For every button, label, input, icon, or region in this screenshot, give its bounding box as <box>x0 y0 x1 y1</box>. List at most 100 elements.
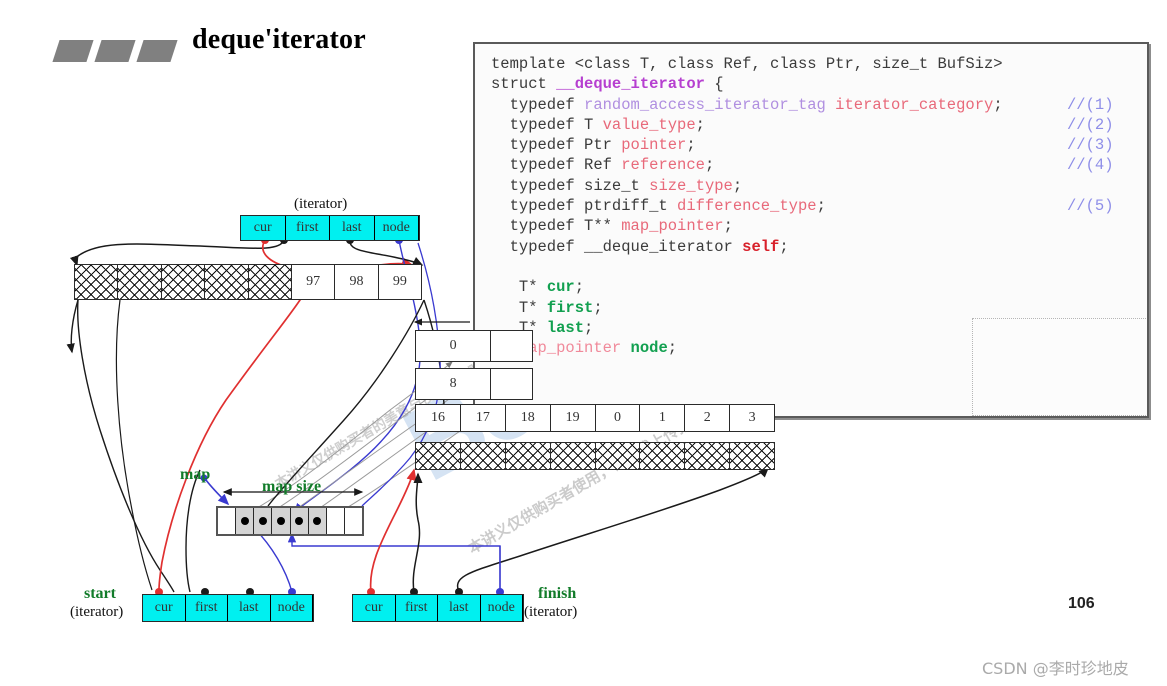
code-token: cur <box>546 278 575 297</box>
buffer-cell <box>595 443 641 469</box>
map-pointer-dot <box>295 517 304 525</box>
code-token: typedef Ref <box>491 156 622 175</box>
iterator-field-cell[interactable]: node <box>375 216 419 240</box>
map-slot[interactable] <box>290 508 309 534</box>
code-token: value_type <box>602 115 696 134</box>
code-comment: //(3) <box>1067 136 1114 155</box>
index-box-8: 8 <box>415 368 533 400</box>
index-cell: 8 <box>416 369 492 399</box>
iterator-field-cell[interactable]: node <box>271 595 313 621</box>
code-token: pointer <box>621 136 687 155</box>
code-token: node <box>630 339 668 358</box>
code-token: __deque_iterator <box>556 75 705 94</box>
start-iterator-box[interactable]: cur first last node <box>142 594 314 622</box>
index-cell: 3 <box>748 410 756 425</box>
iterator-field-cell[interactable]: node <box>481 595 523 621</box>
map-pointer-dot <box>258 517 267 525</box>
buffer-cell <box>550 443 596 469</box>
map-size-label: map size <box>262 478 322 495</box>
finish-iterator-box[interactable]: cur first last node <box>352 594 524 622</box>
code-token: typedef __deque_iterator <box>491 237 743 256</box>
code-token: ; <box>732 176 743 195</box>
buffer-cell <box>505 443 551 469</box>
code-token: typedef Ptr <box>491 136 622 155</box>
code-line: typedef random_access_iterator_tag itera… <box>491 95 1143 115</box>
iterator-field-cell[interactable]: first <box>286 216 330 240</box>
index-cell: 16 <box>416 405 461 431</box>
buffer-cell <box>685 443 731 469</box>
code-token: size_type <box>649 176 733 195</box>
start-label: start <box>84 585 116 602</box>
iterator-field-cell[interactable]: cur <box>241 216 286 240</box>
code-token: T* <box>491 298 547 317</box>
code-token: typedef size_t <box>491 176 650 195</box>
buffer-cell <box>460 443 506 469</box>
map-slot[interactable] <box>327 508 345 534</box>
code-token: ; <box>667 339 678 358</box>
page-number: 106 <box>1068 595 1095 612</box>
code-comment: //(1) <box>1067 95 1114 114</box>
map-slot[interactable] <box>218 508 237 534</box>
top-iterator-caption: (iterator) <box>294 196 348 212</box>
code-token: random_access_iterator_tag <box>584 95 826 114</box>
code-line: struct __deque_iterator { <box>491 74 1143 94</box>
iterator-field-cell[interactable]: cur <box>143 595 186 621</box>
buffer-cell: 97 <box>292 265 336 299</box>
code-token: typedef T** <box>491 217 622 236</box>
buffer-cell <box>118 265 162 299</box>
code-panel: template <class T, class Ref, class Ptr,… <box>473 42 1149 418</box>
code-line: typedef size_t size_type; <box>491 176 1143 196</box>
iterator-field-cell[interactable]: last <box>438 595 481 621</box>
code-token: ; <box>704 156 715 175</box>
iterator-field-cell[interactable]: first <box>396 595 438 621</box>
iterator-field-cell[interactable]: cur <box>353 595 396 621</box>
csdn-watermark: CSDN @李时珍地皮 <box>982 659 1129 678</box>
index-cell <box>491 331 532 361</box>
code-token: last <box>546 318 585 337</box>
buffer-cell <box>248 265 292 299</box>
code-token: typedef T <box>491 115 603 134</box>
index-cell <box>491 369 532 399</box>
finish-label: finish <box>538 585 577 602</box>
map-label: map <box>180 466 211 483</box>
code-line: typedef T value_type; //(2) <box>491 115 1143 135</box>
code-token: map_pointer <box>518 339 622 358</box>
map-slot[interactable] <box>236 508 255 534</box>
iterator-field-cell[interactable]: last <box>330 216 375 240</box>
code-token: typedef <box>491 95 585 114</box>
map-slot[interactable] <box>254 508 273 534</box>
map-slot[interactable] <box>345 508 362 534</box>
code-token: { <box>704 75 724 94</box>
map-pointer-dot <box>240 517 249 525</box>
code-token: struct <box>491 75 557 94</box>
code-token: ; <box>593 298 603 317</box>
code-token: map_pointer <box>621 217 724 236</box>
buffer-cell <box>416 443 461 469</box>
code-token: ; <box>574 278 585 297</box>
code-token: difference_type <box>677 197 817 216</box>
code-line: T* first; <box>491 298 1143 318</box>
index-cell: 0 <box>416 331 492 361</box>
code-token: typedef ptrdiff_t <box>491 197 678 216</box>
bottom-buffer-row <box>415 442 775 470</box>
iterator-field-cell[interactable]: last <box>228 595 271 621</box>
code-line: typedef Ptr pointer; //(3) <box>491 135 1143 155</box>
code-comment: //(4) <box>1067 156 1114 175</box>
start-caption: (iterator) <box>70 604 124 620</box>
map-slot[interactable] <box>308 508 327 534</box>
buffer-cell <box>161 265 206 299</box>
top-iterator-box[interactable]: cur first last node <box>240 215 420 241</box>
code-line: T* cur; <box>491 277 1143 297</box>
member-fields-highlight-box <box>972 318 1147 416</box>
code-token: reference <box>621 156 705 175</box>
code-comment: //(5) <box>1067 197 1114 216</box>
map-slot[interactable] <box>272 508 291 534</box>
buffer-cell: 98 <box>335 265 379 299</box>
code-token: ; <box>816 197 826 216</box>
code-comment: //(2) <box>1067 115 1114 134</box>
index-cell: 1 <box>640 405 686 431</box>
map-array <box>216 506 364 536</box>
iterator-field-cell[interactable]: first <box>186 595 228 621</box>
